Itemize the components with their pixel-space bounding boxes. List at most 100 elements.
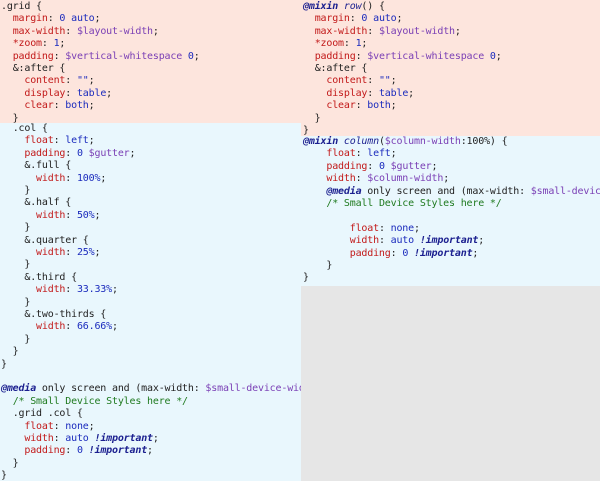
code-line: /* Small Device Styles here */ [303, 198, 501, 210]
code-token: @media [326, 185, 362, 197]
code-token: clear [326, 100, 356, 112]
code-token: padding [349, 247, 391, 259]
code-token: table [378, 87, 409, 99]
code-token: : [53, 135, 66, 147]
code-token: margin [314, 13, 350, 25]
code-token: ; [94, 209, 101, 221]
code-token: &:after { [314, 63, 368, 74]
right-top-code-pane[interactable]: @mixin row() { margin: 0 auto; max-width… [301, 0, 600, 136]
code-token: : [53, 50, 66, 62]
code-token: padding [24, 147, 66, 159]
code-token: @media [1, 383, 37, 395]
code-token: } [1, 358, 7, 370]
code-token: float [24, 420, 54, 432]
code-token: left [367, 148, 391, 160]
code-token: !important [94, 433, 153, 444]
code-token: : [53, 420, 66, 432]
code-token: : [367, 160, 379, 172]
code-token: ; [129, 147, 136, 159]
code-line: &:after { [303, 63, 368, 75]
code-token: content [326, 75, 368, 87]
code-token: : [65, 87, 77, 99]
code-token: } [1, 470, 7, 481]
code-token: both [367, 100, 391, 112]
code-line: *zoom: 1; [1, 38, 66, 50]
code-token: ; [88, 420, 95, 432]
code-token: only screen and (max-width: [36, 383, 206, 395]
code-line: padding: 0 !important; [303, 247, 479, 260]
code-token: width [326, 173, 356, 185]
right-bottom-code-pane[interactable]: @mixin column($column-width:100%) { floa… [301, 136, 600, 286]
code-token: ; [100, 172, 107, 184]
code-token: &.quarter { [24, 234, 89, 246]
code-line: padding: $vertical-whitespace 0; [1, 51, 200, 63]
code-token: @mixin [303, 1, 339, 12]
left-bottom-code-pane[interactable]: .col { float: left; padding: 0 $gutter; … [0, 123, 301, 481]
code-line: float: none; [1, 421, 94, 433]
code-token: : [65, 172, 77, 184]
code-token: $column-width [367, 173, 444, 185]
code-line: } [1, 259, 30, 271]
code-token: float [349, 222, 379, 234]
code-line: clear: both; [303, 100, 396, 112]
code-token: : [65, 75, 77, 87]
code-line: content: ""; [303, 75, 396, 87]
code-token: ; [495, 50, 502, 62]
code-line: } [303, 272, 309, 284]
code-token: ; [390, 100, 397, 112]
code-line: clear: both; [1, 100, 94, 112]
code-token: left [65, 135, 89, 147]
code-line: max-width: $layout-width; [303, 26, 461, 38]
code-line: &.third { [1, 272, 77, 284]
left-top-code-pane[interactable]: .grid { margin: 0 auto; max-width: $layo… [0, 0, 301, 123]
code-token: width [36, 284, 66, 296]
code-token: 50% [76, 209, 95, 221]
code-token: : [53, 433, 66, 444]
code-token: ; [88, 135, 95, 147]
code-line: } [1, 470, 7, 481]
code-line: &.half { [1, 197, 71, 209]
code-token: auto [390, 235, 415, 247]
code-token: : [65, 284, 77, 296]
code-token: } [1, 333, 31, 345]
code-token: *zoom [314, 38, 344, 50]
code-token: ; [361, 38, 368, 50]
code-token: : [41, 38, 54, 50]
code-token: } [1, 296, 31, 308]
code-token: $small-device-width [205, 383, 301, 395]
code-token: 100% [76, 172, 101, 184]
code-token: : [355, 173, 368, 185]
code-token: : [367, 25, 379, 37]
code-token: max-width [314, 25, 368, 37]
code-token: padding [12, 50, 54, 62]
code-line: width: 50%; [1, 210, 100, 222]
code-token: : [378, 235, 391, 247]
code-token: .grid { [1, 1, 42, 12]
code-token: : [65, 25, 77, 37]
code-token: ; [94, 13, 101, 25]
code-token: : [355, 100, 368, 112]
code-token: both [65, 100, 89, 112]
code-line: float: left; [303, 148, 396, 160]
code-token: ; [88, 75, 95, 87]
code-token: } [303, 272, 309, 284]
code-token: } [1, 259, 31, 271]
code-token: ; [472, 247, 479, 259]
code-token: max-width [12, 25, 66, 37]
code-token: width [24, 433, 54, 444]
code-line: /* Small Device Styles here */ [1, 396, 188, 408]
code-token: : [390, 247, 403, 259]
